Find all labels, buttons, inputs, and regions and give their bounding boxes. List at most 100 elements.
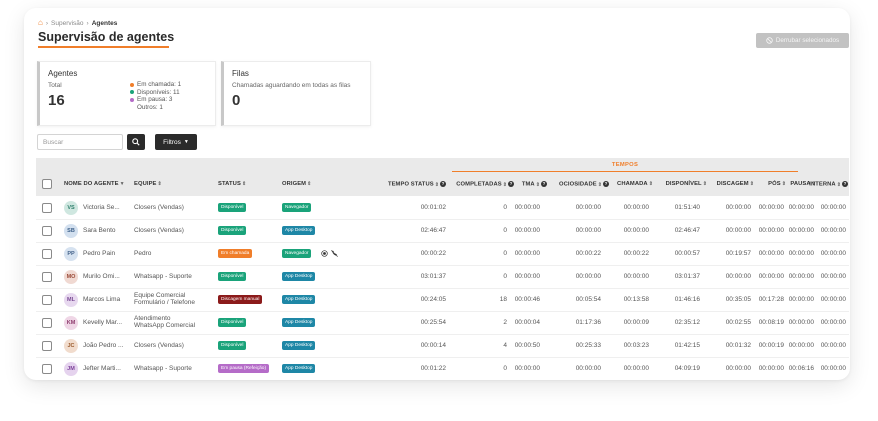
times-group-label: TEMPOS [611, 162, 639, 168]
agent-name[interactable]: Kevelly Mar... [83, 319, 122, 326]
agent-cell: KM Kevelly Mar... [64, 311, 122, 334]
hangup-icon[interactable] [331, 250, 339, 257]
post-cell: 00:00:00 [758, 204, 784, 211]
origin-badge: Navegador [282, 249, 312, 258]
origin-badge: App Desktop [282, 226, 316, 235]
team-name: Whatsapp - Suporte [134, 365, 192, 372]
dialing-cell: 00:19:57 [725, 250, 751, 257]
team-name: Closers (Vendas) [134, 227, 184, 234]
help-icon[interactable]: ? [541, 181, 547, 187]
post-cell: 00:00:00 [758, 365, 784, 372]
col-team[interactable]: EQUIPE⇕ [134, 181, 162, 187]
drop-selected-button[interactable]: Derrubar selecionados [756, 33, 849, 48]
origin-badge: App Desktop [282, 341, 316, 350]
dialing-cell: 00:00:00 [725, 365, 751, 372]
col-available[interactable]: DISPONÍVEL⇕ [666, 181, 707, 187]
origin-badge: App Desktop [282, 318, 316, 327]
post-cell: 00:00:19 [758, 342, 784, 349]
agent-name[interactable]: Pedro Pain [83, 250, 115, 257]
row-checkbox[interactable] [42, 363, 52, 374]
agent-name[interactable]: Jefter Marti... [83, 365, 121, 372]
table-row[interactable]: PP Pedro Pain Pedro Em chamada Navegador 00:0… [36, 242, 849, 266]
status-time-cell: 03:01:37 [420, 273, 446, 280]
idle-cell: 00:05:54 [575, 296, 601, 303]
row-checkbox[interactable] [42, 271, 52, 282]
status-badge: Disponível [218, 203, 247, 212]
calling-cell: 00:00:00 [623, 273, 649, 280]
tma-cell: 00:00:50 [514, 342, 540, 349]
in-call-dot [130, 82, 134, 87]
agent-name[interactable]: Murilo Omi... [83, 273, 120, 280]
row-checkbox[interactable] [42, 225, 52, 236]
row-checkbox[interactable] [42, 294, 52, 305]
select-all-checkbox[interactable] [42, 179, 52, 189]
row-checkbox-cell [42, 311, 52, 334]
dialing-cell: 00:01:32 [725, 342, 751, 349]
help-icon[interactable]: ? [508, 181, 514, 187]
table-row[interactable]: MO Murilo Omi... Whatsapp - Suporte Disponí… [36, 265, 849, 289]
origin-badge: App Desktop [282, 295, 316, 304]
completed-cell: 0 [503, 204, 507, 211]
filters-label: Filtros [163, 138, 181, 146]
col-status[interactable]: STATUS⇕ [218, 181, 246, 187]
row-checkbox[interactable] [42, 248, 52, 259]
help-icon[interactable]: ? [603, 181, 609, 187]
col-dialing[interactable]: DISCAGEM⇕ [717, 181, 754, 187]
avatar: SB [64, 223, 78, 238]
available-cell: 01:46:16 [674, 296, 700, 303]
search-button[interactable] [127, 134, 145, 150]
team-name: Whatsapp - Suporte [134, 273, 192, 280]
agent-name[interactable]: Victoria Se... [83, 204, 120, 211]
col-calling[interactable]: CHAMADA⇕ [617, 181, 653, 187]
col-completed[interactable]: COMPLETADAS⇕? [456, 181, 514, 188]
agent-name[interactable]: Marcos Lima [83, 296, 120, 303]
table-row[interactable]: JM Jefter Marti... Whatsapp - Suporte Em pa… [36, 357, 849, 380]
status-cell: Discagem manual [218, 288, 263, 311]
status-cell: Em pausa (Refeição) [218, 357, 270, 380]
col-tma[interactable]: TMA⇕? [522, 181, 547, 188]
status-badge: Disponível [218, 272, 247, 281]
row-checkbox[interactable] [42, 317, 52, 328]
row-checkbox[interactable] [42, 202, 52, 213]
home-icon[interactable]: ⌂ [38, 19, 43, 27]
table-row[interactable]: KM Kevelly Mar... Atendimento WhatsApp Come… [36, 311, 849, 335]
post-cell: 00:00:00 [758, 227, 784, 234]
internal-cell: 00:00:00 [820, 273, 846, 280]
origin-cell: App Desktop [282, 334, 316, 357]
completed-cell: 0 [503, 227, 507, 234]
row-checkbox[interactable] [42, 340, 52, 351]
avatar: JM [64, 361, 78, 376]
listen-icon[interactable] [321, 250, 329, 257]
legend-item-paused: Em pausa: 3 [130, 96, 181, 104]
table-row[interactable]: SB Sara Bento Closers (Vendas) Disponível Ap… [36, 219, 849, 243]
pause-cell: 00:00:00 [788, 296, 814, 303]
agent-name[interactable]: Sara Bento [83, 227, 116, 234]
agent-cell: SB Sara Bento [64, 219, 116, 242]
completed-cell: 0 [503, 365, 507, 372]
origin-badge: Navegador [282, 203, 312, 212]
search-input[interactable] [37, 134, 123, 150]
col-idle[interactable]: OCIOSIDADE⇕? [559, 181, 609, 188]
table-row[interactable]: VS Victoria Se... Closers (Vendas) Disponív… [36, 196, 849, 220]
origin-badge: App Desktop [282, 364, 316, 373]
col-agent-name[interactable]: NOME DO AGENTE▼ [64, 181, 125, 187]
agent-name[interactable]: João Pedro ... [83, 342, 123, 349]
table-header: TEMPOS NOME DO AGENTE▼ EQUIPE⇕ STATUS⇕ O… [36, 158, 849, 196]
idle-cell: 01:17:36 [575, 319, 601, 326]
col-origin[interactable]: ORIGEM⇕ [282, 181, 311, 187]
filters-button[interactable]: Filtros ▼ [155, 134, 197, 150]
sort-icon: ⇕ [597, 181, 602, 188]
table-row[interactable]: JC João Pedro ... Closers (Vendas) Disponív… [36, 334, 849, 358]
status-cell: Disponível [218, 196, 247, 219]
supervision-panel: ⌂ › Supervisão › Agentes Supervisão de a… [24, 8, 850, 380]
help-icon[interactable]: ? [842, 181, 848, 187]
help-icon[interactable]: ? [440, 181, 446, 187]
col-status-time[interactable]: TEMPO STATUS⇕? [388, 181, 446, 188]
col-internal[interactable]: INTERNA⇕? [809, 181, 848, 188]
breadcrumb-root[interactable]: Supervisão [51, 20, 84, 27]
col-post[interactable]: PÓS⇕ [768, 181, 786, 187]
internal-cell: 00:00:00 [820, 342, 846, 349]
internal-cell: 00:00:00 [820, 204, 846, 211]
dialing-cell: 00:02:55 [725, 319, 751, 326]
table-row[interactable]: ML Marcos Lima Equipe Comercial Formulário … [36, 288, 849, 312]
